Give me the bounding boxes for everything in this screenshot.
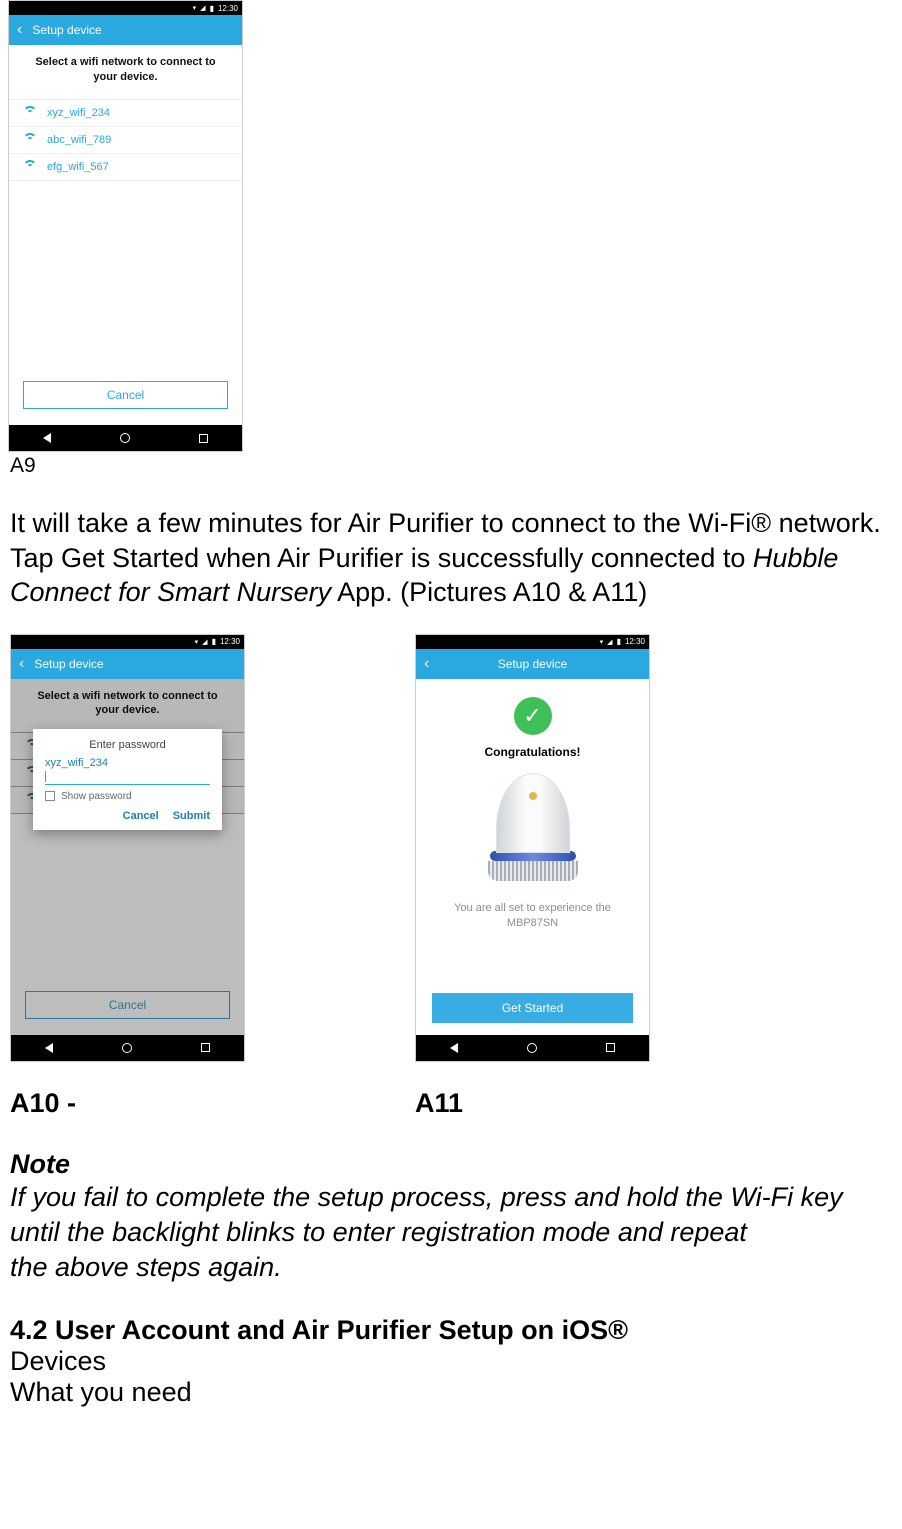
cancel-button[interactable]: Cancel bbox=[23, 381, 228, 409]
cell-icon: ◢ bbox=[607, 638, 612, 646]
figure-labels: A10 - A11 bbox=[10, 1088, 894, 1119]
app-bar: ‹ Setup device bbox=[416, 649, 649, 679]
cell-icon: ◢ bbox=[200, 4, 205, 12]
dialog-submit-button[interactable]: Submit bbox=[173, 810, 210, 822]
ready-text: You are all set to experience the MBP87S… bbox=[454, 901, 611, 932]
section-line: Devices bbox=[10, 1346, 894, 1377]
signal-icon: ▾ bbox=[195, 638, 199, 646]
wifi-list: xyz_wifi_234 abc_wifi_789 efg_wifi_567 bbox=[9, 99, 242, 181]
screenshot-a9: ▾ ◢ ▮ 12:30 ‹ Setup device Select a wifi… bbox=[8, 0, 243, 452]
android-nav-bar bbox=[11, 1035, 244, 1061]
product-image bbox=[488, 773, 578, 883]
app-bar-title: Setup device bbox=[498, 657, 567, 671]
instruction-text: Select a wifi network to connect to your… bbox=[11, 679, 244, 733]
cell-icon: ◢ bbox=[202, 638, 207, 646]
nav-home-icon[interactable] bbox=[120, 433, 130, 443]
app-bar: ‹ Setup device bbox=[9, 15, 242, 45]
label-a11: A11 bbox=[415, 1088, 463, 1119]
instruction-text: Select a wifi network to connect to your… bbox=[9, 45, 242, 99]
show-password-label: Show password bbox=[61, 791, 132, 802]
section-line: What you need bbox=[10, 1377, 894, 1408]
nav-back-icon[interactable] bbox=[43, 433, 51, 443]
status-bar: ▾ ◢ ▮ 12:30 bbox=[11, 635, 244, 649]
app-bar-title: Setup device bbox=[34, 657, 103, 671]
status-time: 12:30 bbox=[625, 637, 645, 646]
wifi-row[interactable]: efg_wifi_567 bbox=[9, 153, 242, 181]
signal-icon: ▾ bbox=[193, 4, 197, 12]
wifi-icon bbox=[23, 133, 37, 147]
checkbox-icon[interactable] bbox=[45, 791, 55, 801]
wifi-ssid: efg_wifi_567 bbox=[47, 161, 109, 173]
status-bar: ▾ ◢ ▮ 12:30 bbox=[416, 635, 649, 649]
section-heading: 4.2 User Account and Air Purifier Setup … bbox=[10, 1315, 894, 1346]
dialog-cancel-button[interactable]: Cancel bbox=[123, 810, 159, 822]
app-bar: ‹ Setup device bbox=[11, 649, 244, 679]
wifi-icon bbox=[23, 160, 37, 174]
android-nav-bar bbox=[416, 1035, 649, 1061]
body-paragraph: It will take a few minutes for Air Purif… bbox=[10, 506, 894, 610]
nav-recent-icon[interactable] bbox=[606, 1043, 615, 1052]
app-bar-title: Setup device bbox=[32, 23, 101, 37]
battery-icon: ▮ bbox=[210, 4, 214, 13]
note-body: If you fail to complete the setup proces… bbox=[10, 1180, 894, 1285]
dialog-title: Enter password bbox=[45, 739, 210, 751]
nav-recent-icon[interactable] bbox=[199, 434, 208, 443]
cancel-button[interactable]: Cancel bbox=[25, 991, 230, 1019]
wifi-row[interactable]: abc_wifi_789 bbox=[9, 126, 242, 153]
status-bar: ▾ ◢ ▮ 12:30 bbox=[9, 1, 242, 15]
password-input[interactable] bbox=[45, 771, 210, 785]
wifi-row[interactable]: xyz_wifi_234 bbox=[9, 99, 242, 126]
label-a10: A10 - bbox=[10, 1088, 415, 1119]
nav-back-icon[interactable] bbox=[45, 1043, 53, 1053]
status-time: 12:30 bbox=[218, 4, 238, 13]
status-time: 12:30 bbox=[220, 637, 240, 646]
success-check-icon: ✓ bbox=[514, 697, 552, 735]
caption-a9: A9 bbox=[10, 454, 894, 478]
screenshot-a10: ▾ ◢ ▮ 12:30 ‹ Setup device Select a wifi… bbox=[10, 634, 245, 1062]
signal-icon: ▾ bbox=[600, 638, 604, 646]
battery-icon: ▮ bbox=[212, 637, 216, 646]
show-password-row[interactable]: Show password bbox=[45, 791, 210, 802]
android-nav-bar bbox=[9, 425, 242, 451]
wifi-ssid: xyz_wifi_234 bbox=[47, 107, 110, 119]
nav-home-icon[interactable] bbox=[527, 1043, 537, 1053]
back-icon[interactable]: ‹ bbox=[424, 656, 429, 672]
congrats-text: Congratulations! bbox=[485, 745, 581, 759]
nav-back-icon[interactable] bbox=[450, 1043, 458, 1053]
get-started-button[interactable]: Get Started bbox=[432, 993, 633, 1023]
nav-home-icon[interactable] bbox=[122, 1043, 132, 1053]
screenshot-a11: ▾ ◢ ▮ 12:30 ‹ Setup device ✓ Congratulat… bbox=[415, 634, 650, 1062]
wifi-ssid: abc_wifi_789 bbox=[47, 134, 111, 146]
back-icon[interactable]: ‹ bbox=[19, 656, 24, 672]
dialog-ssid: xyz_wifi_234 bbox=[45, 757, 210, 769]
wifi-icon bbox=[23, 106, 37, 120]
battery-icon: ▮ bbox=[617, 637, 621, 646]
back-icon[interactable]: ‹ bbox=[17, 22, 22, 38]
note-heading: Note bbox=[10, 1149, 894, 1180]
nav-recent-icon[interactable] bbox=[201, 1043, 210, 1052]
password-dialog: Enter password xyz_wifi_234 Show passwor… bbox=[33, 729, 222, 830]
